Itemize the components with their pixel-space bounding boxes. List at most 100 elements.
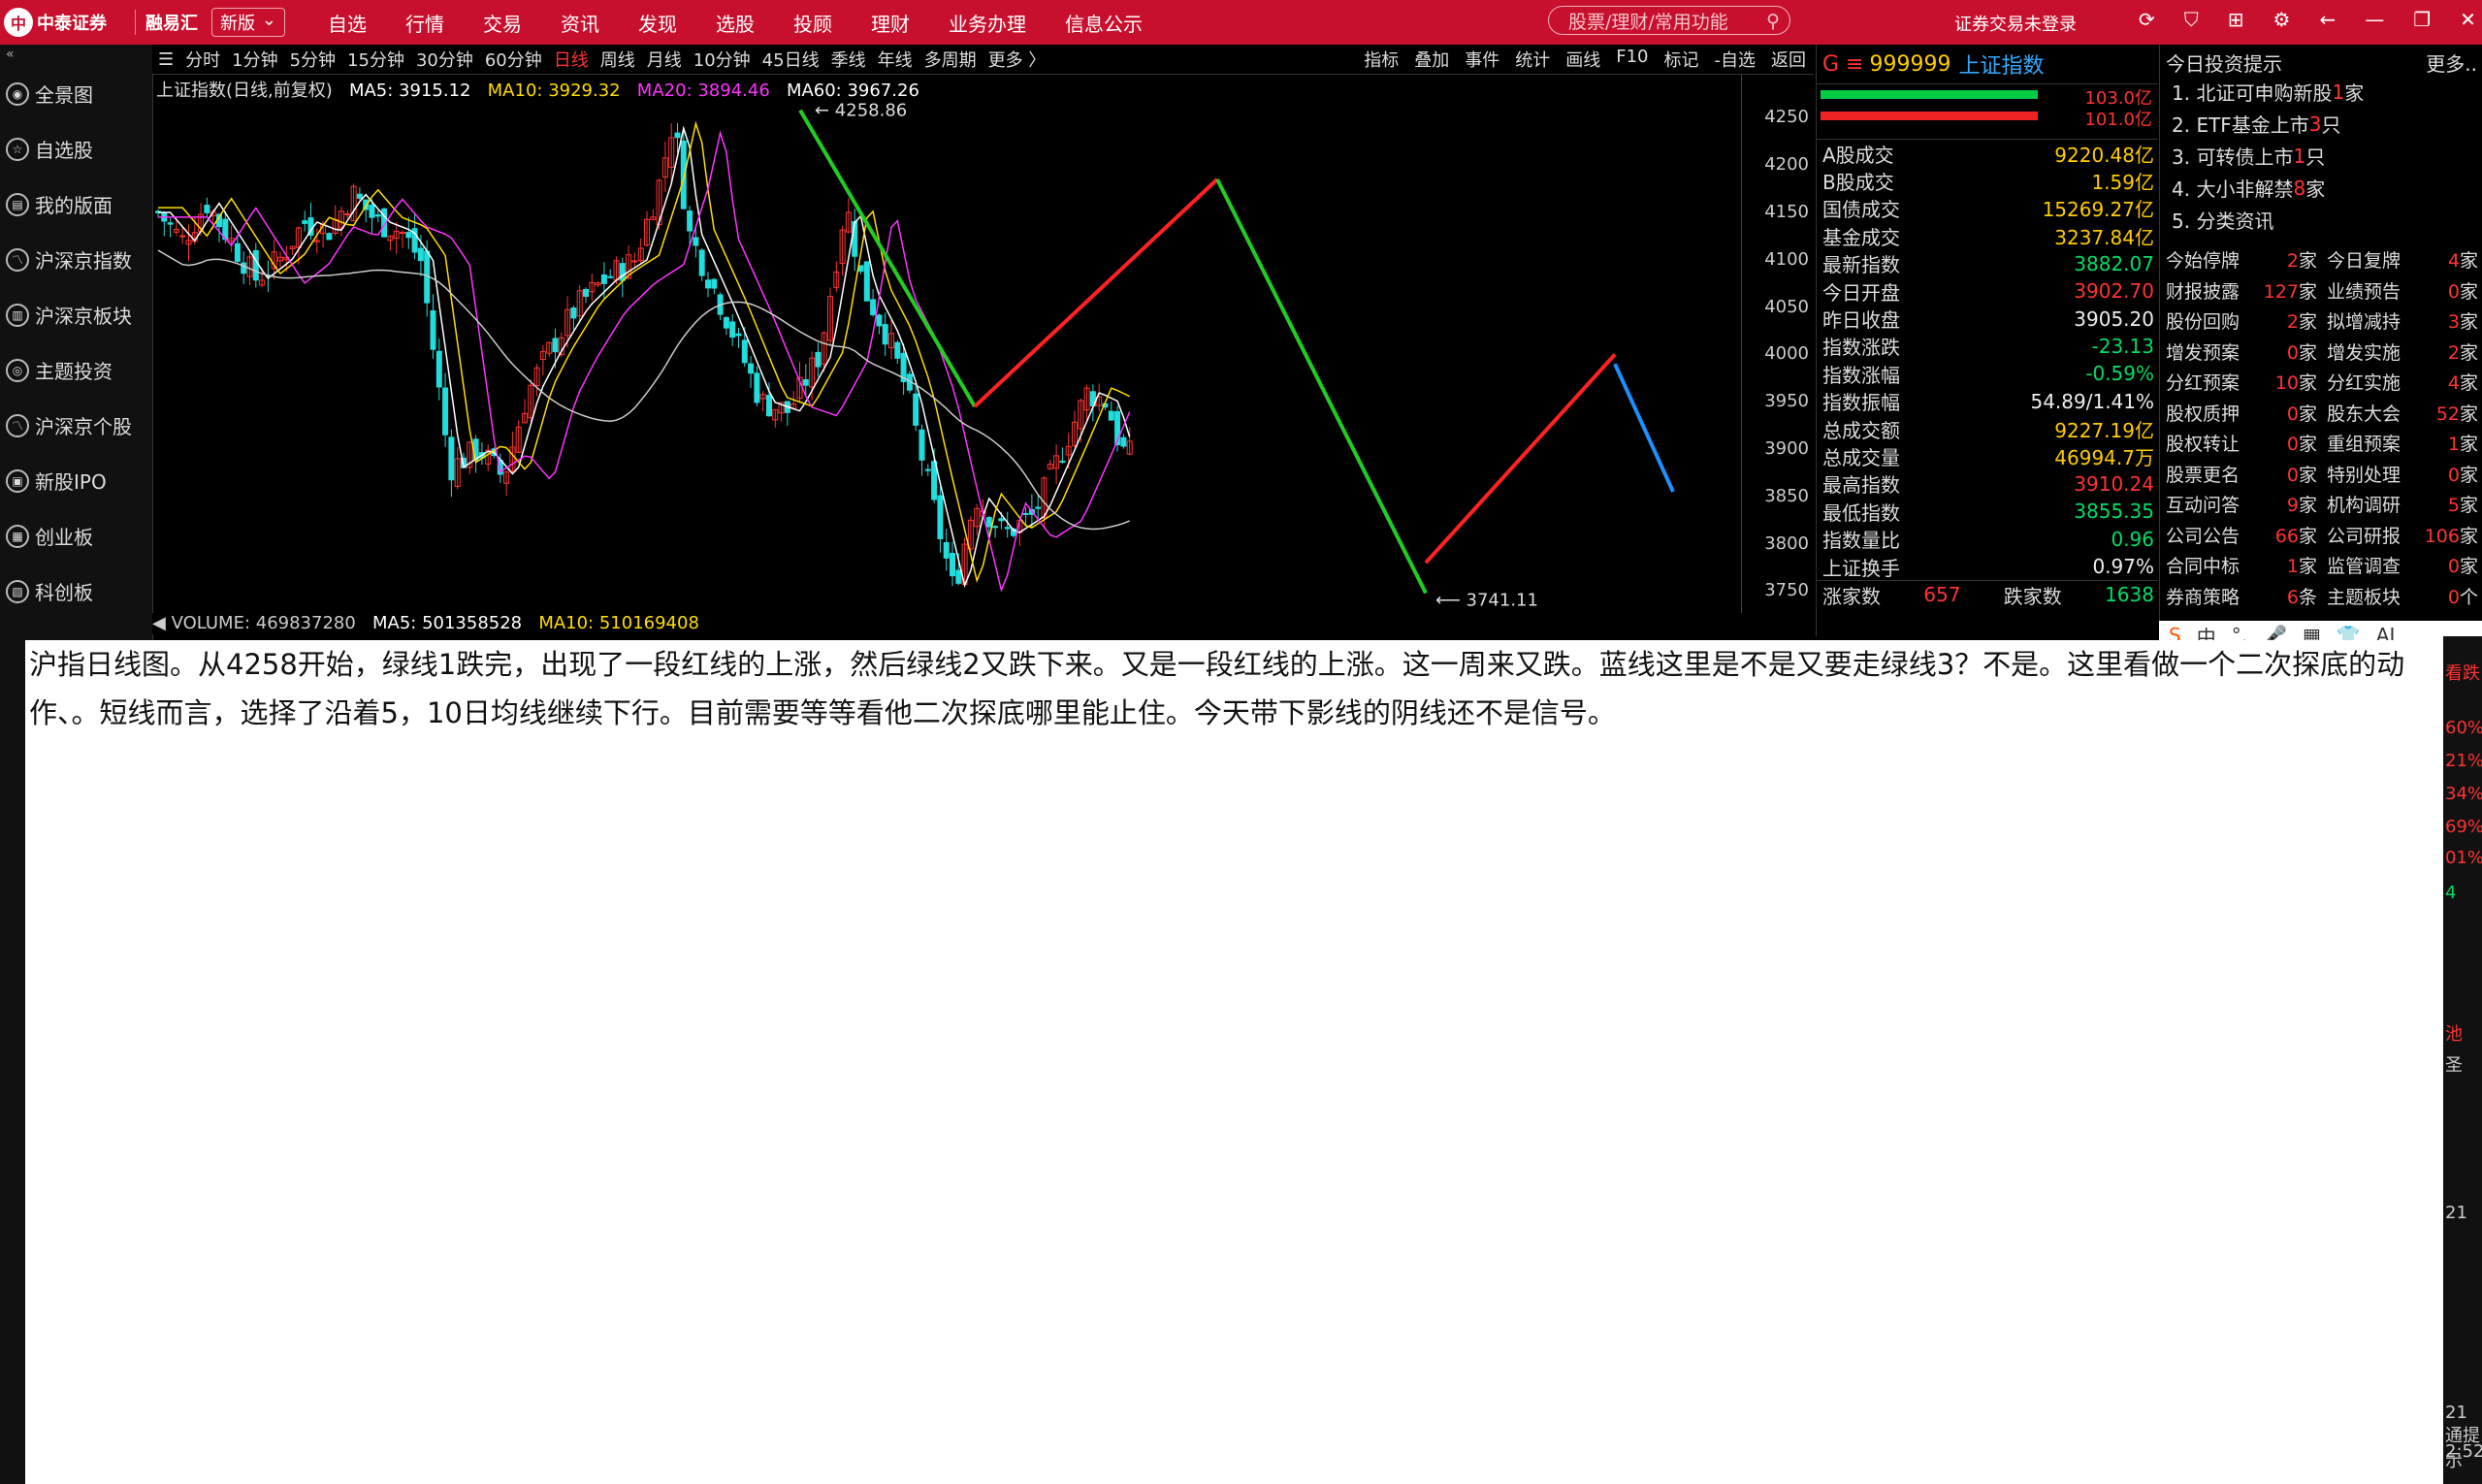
candle-body[interactable]: [998, 518, 1005, 522]
candle-body[interactable]: [894, 341, 901, 359]
grid-icon[interactable]: ⊞: [2228, 8, 2244, 31]
tips-grid-cell[interactable]: 股票更名 0家: [2160, 461, 2321, 487]
tip-item-1[interactable]: 2. ETF基金上市 3 只: [2160, 108, 2482, 140]
sidebar-item-4[interactable]: ▥ 沪深京板块: [0, 287, 152, 342]
annotation-note[interactable]: 沪指日线图。从4258开始，绿线1跌完，出现了一段红线的上涨，然后绿线2又跌下来…: [25, 640, 2443, 1484]
period-tab-12[interactable]: 年线: [872, 47, 919, 72]
nav-item-1[interactable]: 行情: [386, 9, 464, 37]
candle-body[interactable]: [417, 247, 424, 262]
search-input[interactable]: 股票/理财/常用功能 ⚲: [1548, 6, 1790, 35]
close-icon[interactable]: ✕: [2460, 8, 2476, 31]
tool-5[interactable]: F10: [1608, 47, 1656, 72]
candle-body[interactable]: [619, 263, 626, 281]
collapse-icon[interactable]: ◀: [152, 613, 166, 633]
candle-body[interactable]: [369, 204, 375, 218]
nav-item-2[interactable]: 交易: [464, 9, 541, 37]
candle-body[interactable]: [937, 495, 944, 539]
tip-item-0[interactable]: 1. 北证可申购新股 1 家: [2160, 76, 2482, 108]
candle-body[interactable]: [680, 140, 687, 210]
candle-body[interactable]: [748, 363, 755, 374]
candle-body[interactable]: [442, 387, 449, 436]
candle-body[interactable]: [435, 350, 442, 388]
tips-grid-cell[interactable]: 公司公告 66家: [2160, 522, 2321, 548]
candle-body[interactable]: [405, 232, 412, 239]
candle-body[interactable]: [802, 378, 809, 386]
tip-item-4[interactable]: 5. 分类资讯: [2160, 204, 2482, 236]
sidebar-item-0[interactable]: ◉ 全景图: [0, 66, 152, 121]
candle-body[interactable]: [167, 222, 174, 225]
candle-body[interactable]: [252, 249, 259, 281]
candle-body[interactable]: [1022, 512, 1029, 515]
candle-body[interactable]: [583, 288, 589, 298]
tip-item-2[interactable]: 3. 可转债上市 1 只: [2160, 140, 2482, 172]
period-tab-10[interactable]: 45日线: [757, 47, 825, 72]
trendline-1[interactable]: [973, 177, 1219, 408]
nav-item-5[interactable]: 选股: [696, 9, 774, 37]
candle-body[interactable]: [687, 210, 693, 232]
settings-icon[interactable]: ⚙: [2273, 8, 2291, 31]
candle-body[interactable]: [1004, 527, 1011, 530]
candle-body[interactable]: [600, 274, 607, 284]
tips-grid-cell[interactable]: 增发预案 0家: [2160, 339, 2321, 365]
period-tab-4[interactable]: 30分钟: [410, 47, 479, 72]
menu-icon[interactable]: ☰: [152, 49, 179, 70]
candle-body[interactable]: [674, 132, 681, 139]
tips-grid-cell[interactable]: 今日复牌 4家: [2321, 246, 2482, 273]
candle-body[interactable]: [430, 309, 436, 350]
period-tab-8[interactable]: 月线: [641, 47, 688, 72]
candle-body[interactable]: [302, 220, 308, 224]
tips-grid-cell[interactable]: 互动问答 9家: [2160, 491, 2321, 517]
tip-item-3[interactable]: 4. 大小非解禁 8 家: [2160, 172, 2482, 204]
tips-grid-cell[interactable]: 股东大会 52家: [2321, 400, 2482, 426]
period-tab-1[interactable]: 1分钟: [226, 47, 283, 72]
candle-body[interactable]: [1120, 436, 1127, 447]
tool-2[interactable]: 事件: [1457, 47, 1507, 72]
candle-body[interactable]: [1059, 460, 1066, 463]
tool-1[interactable]: 叠加: [1406, 47, 1457, 72]
candle-body[interactable]: [950, 553, 955, 577]
candle-body[interactable]: [552, 338, 559, 353]
candle-body[interactable]: [882, 324, 888, 345]
nav-item-0[interactable]: 自选: [308, 9, 386, 37]
trendline-3[interactable]: [1424, 353, 1617, 565]
candle-body[interactable]: [870, 299, 877, 315]
tips-grid-cell[interactable]: 券商策略 6条: [2160, 583, 2321, 609]
candle-body[interactable]: [356, 193, 363, 199]
sidebar-item-7[interactable]: ▣ 新股IPO: [0, 453, 152, 508]
period-tab-11[interactable]: 季线: [825, 47, 872, 72]
candle-body[interactable]: [400, 232, 405, 235]
tips-grid-cell[interactable]: 业绩预告 0家: [2321, 277, 2482, 304]
candle-body[interactable]: [705, 279, 711, 289]
candle-body[interactable]: [1035, 506, 1042, 509]
tips-grid-cell[interactable]: 重组预案 1家: [2321, 430, 2482, 456]
kline-chart[interactable]: 上证指数(日线,前复权) MA5: 3915.12 MA10: 3929.32 …: [152, 75, 1814, 620]
sidebar-item-8[interactable]: ▦ 创业板: [0, 508, 152, 564]
period-tab-14[interactable]: 更多 〉: [983, 47, 1052, 72]
candle-body[interactable]: [863, 261, 870, 302]
candle-body[interactable]: [631, 260, 638, 263]
tips-grid-cell[interactable]: 公司研报 106家: [2321, 522, 2482, 548]
candle-body[interactable]: [693, 237, 699, 246]
tips-grid-cell[interactable]: 合同中标 1家: [2160, 552, 2321, 578]
tips-grid-cell[interactable]: 主题板块 0个: [2321, 583, 2482, 609]
candle-body[interactable]: [741, 339, 748, 364]
candle-body[interactable]: [992, 526, 999, 529]
tips-grid-cell[interactable]: 拟增减持 3家: [2321, 307, 2482, 334]
period-tab-5[interactable]: 60分钟: [479, 47, 548, 72]
tips-grid-cell[interactable]: 今始停牌 2家: [2160, 246, 2321, 273]
period-tab-13[interactable]: 多周期: [919, 47, 983, 72]
tool-0[interactable]: 指标: [1356, 47, 1406, 72]
tool-7[interactable]: -自选: [1707, 47, 1764, 72]
candle-body[interactable]: [234, 242, 241, 262]
trendline-2[interactable]: [1215, 177, 1428, 595]
nav-item-7[interactable]: 理财: [852, 9, 929, 37]
tips-grid-cell[interactable]: 分红预案 10家: [2160, 369, 2321, 395]
tips-grid-cell[interactable]: 财报披露 127家: [2160, 277, 2321, 304]
candle-body[interactable]: [924, 468, 931, 471]
period-tab-2[interactable]: 5分钟: [284, 47, 341, 72]
candle-body[interactable]: [1108, 410, 1114, 421]
period-tab-3[interactable]: 15分钟: [341, 47, 410, 72]
back-icon[interactable]: ←: [2319, 8, 2336, 31]
minimize-icon[interactable]: —: [2365, 8, 2384, 31]
candle-body[interactable]: [711, 278, 718, 289]
